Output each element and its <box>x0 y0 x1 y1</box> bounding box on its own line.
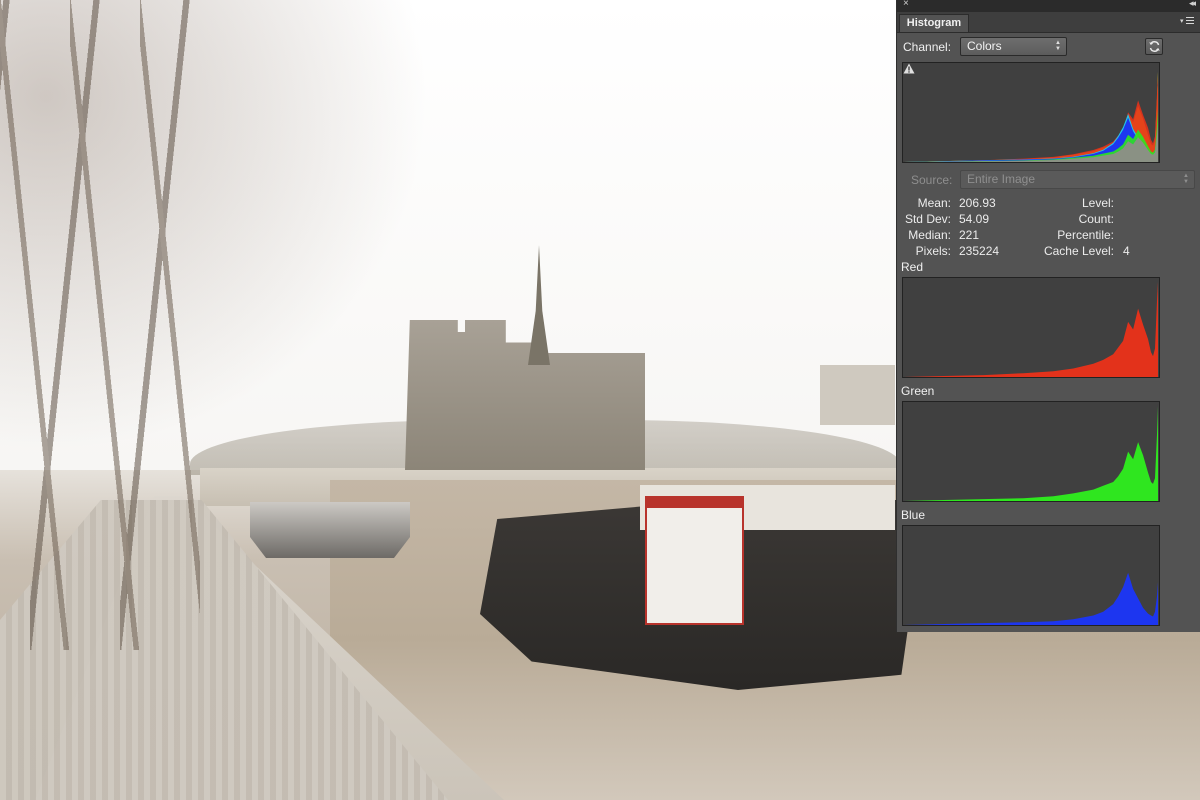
count-label: Count: <box>1078 212 1114 226</box>
tree-trunks <box>0 0 200 650</box>
median-label: Median: <box>908 228 951 242</box>
refresh-button[interactable] <box>1145 38 1163 55</box>
red-histogram <box>902 277 1160 378</box>
blue-channel-label: Blue <box>901 508 926 522</box>
green-histogram-area <box>904 406 1158 501</box>
histogram-panel: × ◂◂ Histogram ▾ Channel: Colors ▲ ▼ Sour… <box>896 0 1200 632</box>
source-select-value: Entire Image <box>967 172 1036 186</box>
colors-histogram-chart <box>904 71 1158 162</box>
select-arrows-icon: ▲ ▼ <box>1055 40 1061 52</box>
collapse-icon[interactable]: ◂◂ <box>1189 0 1196 9</box>
channel-label: Channel: <box>903 40 952 54</box>
mean-label: Mean: <box>917 196 951 210</box>
restaurant-sign <box>645 496 744 625</box>
cache-level-value: 4 <box>1123 244 1130 258</box>
channel-select[interactable]: Colors ▲ ▼ <box>960 37 1067 56</box>
cache-level-label: Cache Level: <box>1043 244 1114 258</box>
pixels-value: 235224 <box>959 244 1000 258</box>
colors-histogram <box>902 62 1160 163</box>
tab-histogram[interactable]: Histogram <box>899 14 969 32</box>
level-label: Level: <box>1081 196 1114 210</box>
red-channel-label: Red <box>901 260 924 274</box>
red-histogram-area <box>904 282 1158 377</box>
median-value: 221 <box>959 228 980 242</box>
stddev-value: 54.09 <box>959 212 990 226</box>
stddev-label: Std Dev: <box>904 212 951 226</box>
green-channel-label: Green <box>901 384 935 398</box>
source-label: Source: <box>911 173 953 187</box>
mean-value: 206.93 <box>959 196 996 210</box>
blue-histogram-chart <box>904 572 1158 625</box>
panel-menu-icon[interactable]: ▾ <box>1180 15 1194 27</box>
panel-title-bar: × ◂◂ <box>897 0 1200 12</box>
channel-select-value: Colors <box>967 39 1002 53</box>
pixels-label: Pixels: <box>915 244 951 258</box>
refresh-icon <box>1149 41 1160 52</box>
blue-histogram-area <box>904 572 1158 625</box>
close-icon[interactable]: × <box>903 0 909 9</box>
panel-tab-row: Histogram ▾ <box>897 12 1200 33</box>
blue-histogram <box>902 525 1160 626</box>
warning-icon[interactable] <box>903 63 915 74</box>
percentile-label: Percentile: <box>1057 228 1114 242</box>
building <box>820 365 895 425</box>
source-select[interactable]: Entire Image ▲ ▼ <box>960 170 1195 189</box>
green-histogram <box>902 401 1160 502</box>
select-arrows-icon: ▲ ▼ <box>1183 173 1189 185</box>
red-histogram-chart <box>904 282 1158 377</box>
green-histogram-chart <box>904 406 1158 501</box>
